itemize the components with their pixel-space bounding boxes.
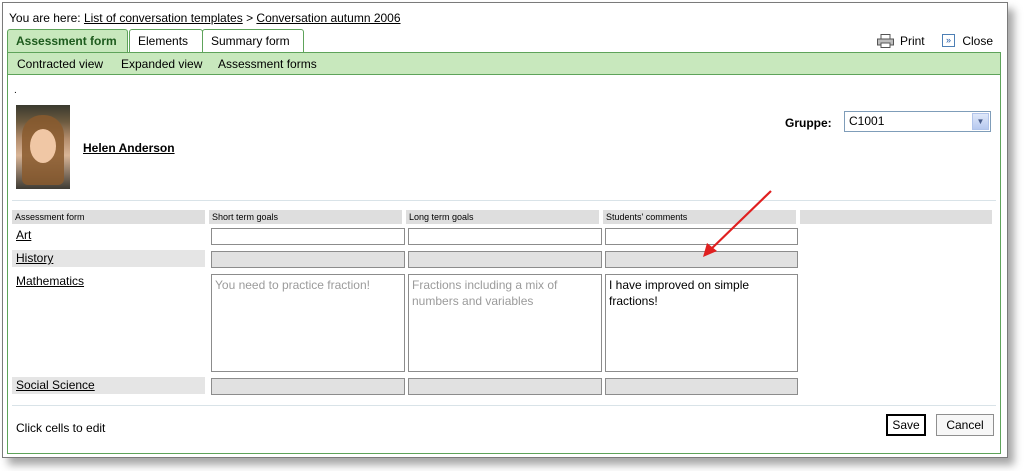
group-label: Gruppe:	[785, 116, 832, 130]
divider-bottom	[12, 405, 996, 406]
printer-icon[interactable]	[876, 33, 894, 48]
cell-history-short[interactable]	[211, 251, 405, 268]
cell-social-short[interactable]	[211, 378, 405, 395]
top-actions: Print » Close	[876, 33, 993, 48]
sub-navigation: Contracted view Expanded view Assessment…	[8, 53, 1000, 75]
edit-hint: Click cells to edit	[16, 421, 106, 435]
row-label-art[interactable]: Art	[16, 228, 31, 242]
row-label-mathematics[interactable]: Mathematics	[16, 274, 84, 288]
subnav-assessment-forms[interactable]: Assessment forms	[218, 57, 317, 71]
breadcrumb-link-conversation[interactable]: Conversation autumn 2006	[256, 11, 400, 25]
chevron-down-icon[interactable]: ▼	[972, 113, 989, 130]
group-select[interactable]: C1001 ▼	[844, 111, 991, 132]
cell-art-short[interactable]	[211, 228, 405, 245]
student-name-link[interactable]: Helen Anderson	[83, 141, 175, 155]
cell-history-long[interactable]	[408, 251, 602, 268]
tab-elements[interactable]: Elements	[129, 29, 203, 52]
cell-math-short[interactable]: You need to practice fraction!	[211, 274, 405, 372]
breadcrumb-prefix: You are here:	[9, 11, 81, 25]
cell-social-long[interactable]	[408, 378, 602, 395]
close-link[interactable]: Close	[962, 34, 993, 48]
cell-math-long[interactable]: Fractions including a mix of numbers and…	[408, 274, 602, 372]
main-panel: Contracted view Expanded view Assessment…	[7, 52, 1001, 454]
cell-math-comment[interactable]: I have improved on simple fractions!	[605, 274, 798, 372]
breadcrumb-link-templates[interactable]: List of conversation templates	[84, 11, 243, 25]
tab-assessment-form[interactable]: Assessment form	[7, 29, 128, 54]
divider-top	[12, 200, 996, 201]
row-label-social-science[interactable]: Social Science	[16, 378, 95, 392]
column-header-empty	[800, 210, 992, 224]
breadcrumb-separator: >	[246, 11, 254, 25]
cell-social-comment[interactable]	[605, 378, 798, 395]
cell-art-long[interactable]	[408, 228, 602, 245]
tab-summary-form[interactable]: Summary form	[202, 29, 304, 52]
row-label-history[interactable]: History	[16, 251, 53, 265]
column-header-short-term: Short term goals	[209, 210, 402, 224]
assessment-window: You are here: List of conversation templ…	[2, 2, 1008, 458]
double-arrow-icon[interactable]: »	[941, 34, 955, 48]
breadcrumb: You are here: List of conversation templ…	[9, 11, 401, 25]
column-header-long-term: Long term goals	[406, 210, 599, 224]
subnav-contracted-view[interactable]: Contracted view	[17, 57, 103, 71]
print-link[interactable]: Print	[900, 34, 925, 48]
marker-dot: .	[14, 85, 17, 96]
column-header-assessment: Assessment form	[12, 210, 205, 224]
subnav-expanded-view[interactable]: Expanded view	[121, 57, 202, 71]
student-photo	[16, 105, 70, 189]
cancel-button[interactable]: Cancel	[936, 414, 994, 436]
annotation-arrow-icon	[703, 190, 772, 257]
group-select-value: C1001	[849, 114, 885, 128]
save-button[interactable]: Save	[886, 414, 926, 436]
